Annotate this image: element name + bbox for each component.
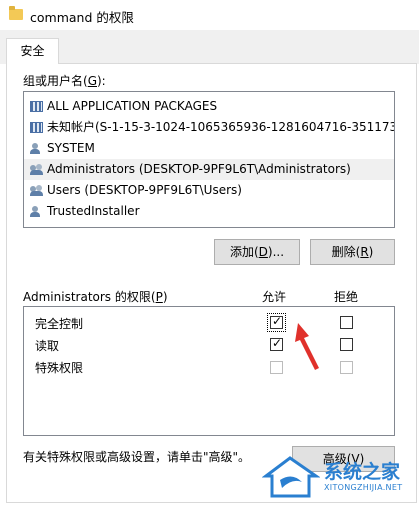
folder-icon	[9, 6, 23, 20]
list-item[interactable]: SYSTEM	[24, 138, 394, 159]
tab-security[interactable]: 安全	[6, 38, 59, 64]
title-bar: command 的权限	[0, 0, 419, 30]
house-logo-icon	[262, 456, 320, 498]
watermark-logo: 系统之家 XITONGZHIJIA.NET	[262, 452, 418, 504]
group-icon	[30, 185, 43, 196]
users-label: 组或用户名(G):	[23, 74, 106, 88]
window-title: command 的权限	[30, 10, 134, 25]
allow-special-checkbox	[270, 361, 283, 374]
package-grid-icon	[30, 122, 43, 133]
red-arrow-icon	[295, 323, 319, 370]
watermark-url: XITONGZHIJIA.NET	[324, 483, 403, 492]
tab-strip	[0, 30, 419, 64]
allow-column-header: 允许	[262, 290, 287, 304]
add-button[interactable]: 添加(D)...	[214, 239, 300, 265]
group-icon	[30, 164, 43, 175]
allow-full-control-checkbox[interactable]: ✓	[267, 313, 286, 332]
watermark-name: 系统之家	[324, 461, 401, 483]
deny-read-checkbox[interactable]	[340, 338, 353, 351]
advanced-hint-text: 有关特殊权限或高级设置，请单击"高级"。	[23, 450, 251, 464]
list-item[interactable]: ALL APPLICATION PACKAGES	[24, 96, 394, 117]
package-grid-icon	[30, 101, 43, 112]
allow-read-checkbox[interactable]: ✓	[270, 336, 283, 351]
permission-label-read: 读取	[35, 339, 60, 353]
list-item[interactable]: TrustedInstaller	[24, 201, 394, 222]
checkmark-icon: ✓	[272, 314, 283, 328]
permission-label-special: 特殊权限	[35, 361, 84, 375]
user-icon	[30, 206, 43, 217]
user-list[interactable]: ALL APPLICATION PACKAGES 未知帐户(S-1-15-3-1…	[23, 91, 395, 228]
list-item-selected[interactable]: Administrators (DESKTOP-9PF9L6T\Administ…	[24, 159, 394, 180]
remove-button[interactable]: 删除(R)	[310, 239, 395, 265]
checkmark-icon: ✓	[272, 336, 283, 350]
permission-label-full-control: 完全控制	[35, 317, 84, 331]
list-item[interactable]: Users (DESKTOP-9PF9L6T\Users)	[24, 180, 394, 201]
deny-full-control-checkbox[interactable]	[340, 316, 353, 329]
list-item[interactable]: 未知帐户(S-1-15-3-1024-1065365936-1281604716…	[24, 117, 394, 138]
permissions-header: Administrators 的权限(P)	[23, 290, 168, 304]
deny-column-header: 拒绝	[334, 290, 359, 304]
user-icon	[30, 143, 43, 154]
deny-special-checkbox	[340, 361, 353, 374]
